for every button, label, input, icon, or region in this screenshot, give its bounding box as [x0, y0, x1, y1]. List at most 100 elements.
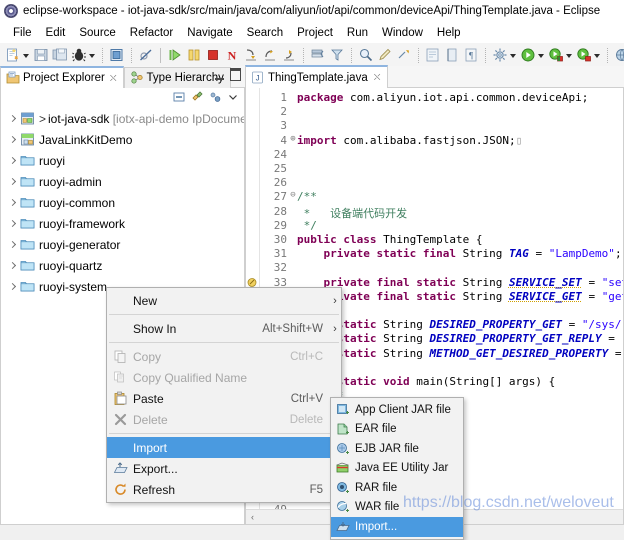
menu-item-copy[interactable]: CopyCtrl+C [107, 346, 341, 367]
tree-item[interactable]: ruoyi-quartz [1, 255, 244, 276]
debug-icon[interactable] [71, 47, 88, 64]
chevron-down-icon[interactable] [23, 47, 30, 64]
open-browser-icon[interactable] [614, 47, 624, 64]
open-type-icon[interactable] [425, 47, 442, 64]
view-menu-icon[interactable] [208, 90, 222, 104]
menu-item-import[interactable]: Import› [107, 437, 341, 458]
tree-item-suffix: [iotx-api-demo IpDocumentDe [113, 112, 245, 126]
minimize-icon[interactable] [215, 69, 224, 80]
drop-to-frame-icon[interactable] [310, 47, 327, 64]
tree-item[interactable]: >iot-java-sdk [iotx-api-demo IpDocumentD… [1, 108, 244, 129]
warning-marker-icon[interactable] [247, 277, 258, 288]
menu-item-new[interactable]: New› [107, 290, 341, 311]
chevron-right-icon[interactable] [7, 218, 19, 230]
import-submenu[interactable]: App Client JAR fileEAR fileEJB JAR fileJ… [330, 397, 464, 540]
new-wizard-icon[interactable] [5, 47, 22, 64]
terminate-icon[interactable] [205, 47, 222, 64]
tree-item[interactable]: JavaLinkKitDemo [1, 129, 244, 150]
context-menu[interactable]: New› Show InAlt+Shift+W› CopyCtrl+CCopy Qu… [106, 287, 342, 503]
chevron-down-icon[interactable] [510, 47, 517, 64]
submenu-item-ear-file[interactable]: EAR file [331, 420, 463, 440]
run-as-icon[interactable] [548, 47, 565, 64]
chevron-right-icon[interactable] [7, 281, 19, 293]
run-icon[interactable] [520, 47, 537, 64]
menu-help[interactable]: Help [430, 25, 468, 41]
search-icon[interactable] [358, 47, 375, 64]
menu-run[interactable]: Run [340, 25, 375, 41]
use-step-filters-icon[interactable] [329, 47, 346, 64]
collapse-all-icon[interactable] [172, 90, 186, 104]
line-number: 3 [259, 119, 287, 132]
chevron-right-icon[interactable] [7, 260, 19, 272]
step-over-icon[interactable] [262, 47, 279, 64]
save-all-icon[interactable] [52, 47, 69, 64]
menu-item-refresh[interactable]: RefreshF5 [107, 479, 341, 500]
tree-item[interactable]: ruoyi-common [1, 192, 244, 213]
menu-navigate[interactable]: Navigate [180, 25, 239, 41]
chevron-down-icon[interactable] [89, 47, 96, 64]
link-with-editor-icon[interactable] [190, 90, 204, 104]
tree-item[interactable]: ruoyi-admin [1, 171, 244, 192]
menu-item-delete[interactable]: DeleteDelete [107, 409, 341, 430]
submenu-item-import[interactable]: Import... [331, 517, 463, 537]
menu-project[interactable]: Project [290, 25, 340, 41]
view-chevron-icon[interactable] [226, 90, 240, 104]
chevron-down-icon[interactable] [594, 47, 601, 64]
tree-item[interactable]: ruoyi [1, 150, 244, 171]
tab-thingtemplate-java[interactable]: J ThingTemplate.java ⛌ [245, 65, 388, 88]
code-line: public class ThingTemplate { [297, 233, 482, 246]
next-annotation-icon[interactable] [396, 47, 413, 64]
tree-item-label: ruoyi [39, 154, 65, 168]
chevron-down-icon[interactable] [566, 47, 573, 64]
chevron-right-icon[interactable] [7, 134, 19, 146]
maximize-icon[interactable] [230, 68, 241, 81]
close-icon[interactable]: ⛌ [110, 73, 117, 84]
submenu-item-label: WAR file [355, 501, 463, 513]
tab-project-explorer[interactable]: Project Explorer ⛌ [0, 66, 124, 88]
open-task-icon[interactable] [444, 47, 461, 64]
submenu-item-java-ee-utility-jar[interactable]: Java EE Utility Jar [331, 459, 463, 479]
chevron-right-icon[interactable] [7, 113, 19, 125]
save-icon[interactable] [33, 47, 50, 64]
chevron-right-icon[interactable] [7, 239, 19, 251]
skip-breakpoints-icon[interactable] [138, 47, 155, 64]
fold-toggle-icon[interactable]: ⊕ [289, 134, 297, 144]
fold-toggle-icon[interactable]: ⊖ [289, 190, 297, 200]
menu-item-export[interactable]: Export... [107, 458, 341, 479]
resume-icon[interactable] [167, 47, 184, 64]
suspend-icon[interactable] [186, 47, 203, 64]
submenu-item-rar-file[interactable]: RAR file [331, 478, 463, 498]
menu-item-copy-qualified-name[interactable]: Copy Qualified Name [107, 367, 341, 388]
menu-refactor[interactable]: Refactor [123, 25, 180, 41]
scroll-left-icon[interactable]: ‹ [246, 512, 259, 522]
chevron-right-icon[interactable] [7, 176, 19, 188]
editor-tab-fill [388, 66, 624, 88]
view-toolbar [0, 88, 245, 106]
submenu-item-app-client-jar-file[interactable]: App Client JAR file [331, 400, 463, 420]
submenu-item-ejb-jar-file[interactable]: EJB JAR file [331, 439, 463, 459]
chevron-right-icon[interactable] [7, 155, 19, 167]
menu-file[interactable]: File [6, 25, 39, 41]
step-return-icon[interactable] [281, 47, 298, 64]
toolbar-separator [351, 48, 353, 63]
last-edit-location-icon[interactable] [377, 47, 394, 64]
tree-item[interactable]: ruoyi-framework [1, 213, 244, 234]
step-into-icon[interactable] [243, 47, 260, 64]
tree-item[interactable]: ruoyi-generator [1, 234, 244, 255]
ear-file-icon [331, 420, 355, 438]
chevron-right-icon[interactable] [7, 197, 19, 209]
menu-source[interactable]: Source [72, 25, 122, 41]
external-tools-icon[interactable] [492, 47, 509, 64]
new-java-class-icon[interactable] [109, 47, 126, 64]
disconnect-icon[interactable]: N [224, 47, 241, 64]
chevron-down-icon[interactable] [538, 47, 545, 64]
menu-search[interactable]: Search [240, 25, 290, 41]
close-icon[interactable]: ⛌ [374, 72, 381, 83]
menu-item-show-in[interactable]: Show InAlt+Shift+W› [107, 318, 341, 339]
toggle-mark-occurrences-icon[interactable]: ¶ [463, 47, 480, 64]
coverage-icon[interactable] [576, 47, 593, 64]
menu-item-paste[interactable]: PasteCtrl+V [107, 388, 341, 409]
submenu-item-war-file[interactable]: WAR file [331, 498, 463, 518]
menu-window[interactable]: Window [375, 25, 430, 41]
menu-edit[interactable]: Edit [39, 25, 73, 41]
